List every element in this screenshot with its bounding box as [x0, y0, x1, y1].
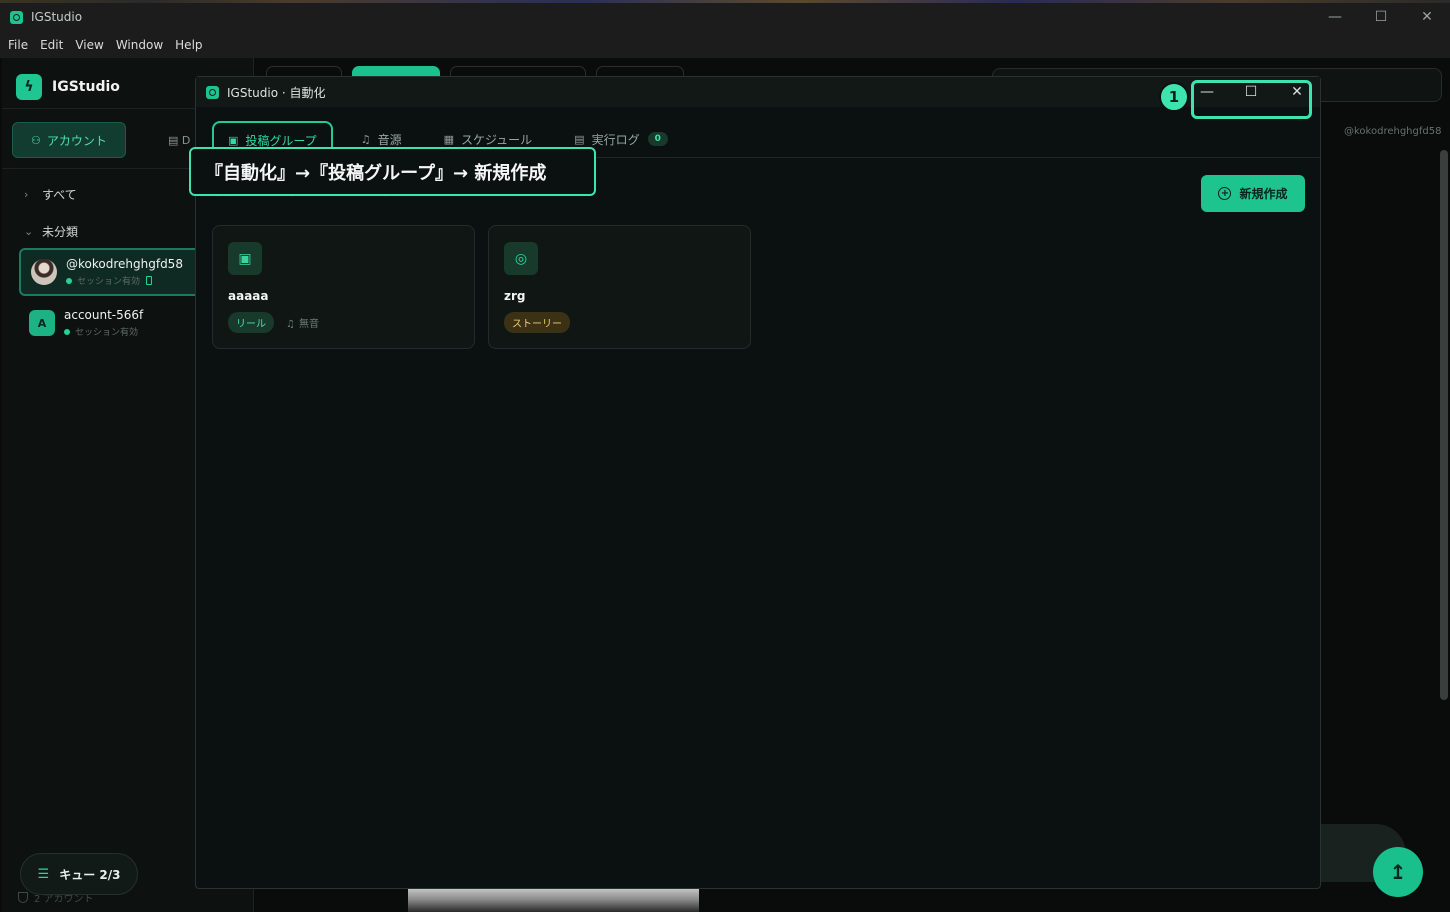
- account-status-label: セッション有効: [75, 328, 139, 338]
- avatar: A: [29, 310, 55, 336]
- music-icon: ♫: [286, 319, 295, 330]
- plus-circle-icon: +: [1218, 187, 1232, 200]
- menu-window[interactable]: Window: [116, 38, 163, 52]
- tree-item-all[interactable]: › すべて: [24, 186, 77, 203]
- tab-schedule-label: スケジュール: [460, 132, 533, 147]
- tree-item-uncategorized[interactable]: ⌄ 未分類: [24, 223, 78, 240]
- bolt-icon: ϟ: [16, 74, 42, 100]
- automation-window: IGStudio · 自動化 — ☐ ✕ 1 ▣ 投稿グループ ♫ 音源 ▦ ス…: [189, 76, 1321, 889]
- brand-name: IGStudio: [52, 79, 120, 95]
- new-group-button-label: 新規作成: [1239, 187, 1288, 201]
- menu-view[interactable]: View: [75, 38, 103, 52]
- menubar: File Edit View Window Help: [0, 31, 1450, 58]
- tab-accounts-label: アカウント: [46, 133, 107, 148]
- upload-button[interactable]: ↥: [1373, 847, 1423, 897]
- tab-run-log-label: 実行ログ: [591, 132, 640, 147]
- menu-help[interactable]: Help: [175, 38, 202, 52]
- user-icon: ⚇: [31, 133, 41, 147]
- tree-item-uncategorized-label: 未分類: [42, 225, 79, 239]
- tab-post-groups-label: 投稿グループ: [245, 133, 317, 148]
- account-item[interactable]: A account-566f セッション有効: [19, 299, 209, 347]
- list-icon: ☰: [37, 866, 50, 882]
- group-name: zrg: [504, 289, 526, 303]
- app-titlebar: IGStudio: [0, 3, 1450, 31]
- tree-item-all-label: すべて: [42, 188, 77, 202]
- app-logo-icon: [10, 10, 23, 24]
- audio-label-text: 無音: [298, 319, 319, 330]
- menu-file[interactable]: File: [8, 38, 28, 52]
- type-badge: リール: [228, 312, 274, 333]
- account-name: @kokodrehghgfd58: [66, 257, 183, 271]
- audio-label: ♫ 無音: [286, 315, 319, 330]
- log-count-badge: 0: [647, 132, 668, 146]
- background-username: @kokodrehghgfd58: [1344, 126, 1442, 137]
- group-name: aaaaa: [228, 289, 269, 303]
- upload-icon: ↥: [1389, 860, 1407, 884]
- calendar-icon: ▦: [443, 132, 454, 146]
- chevron-right-icon: ›: [24, 188, 29, 201]
- document-icon: ▤: [168, 134, 182, 147]
- step-badge: 1: [1159, 82, 1189, 112]
- group-card[interactable]: ▣ aaaaa リール ♫ 無音: [212, 225, 475, 349]
- status-dot-icon: [66, 277, 72, 284]
- minimize-button[interactable]: —: [1312, 3, 1358, 31]
- shield-icon: [18, 892, 28, 903]
- tab-audio-label: 音源: [377, 132, 402, 147]
- close-button[interactable]: ✕: [1404, 3, 1450, 31]
- status-dot-icon: [64, 328, 70, 335]
- brand: ϟ IGStudio: [16, 74, 120, 100]
- chevron-down-icon: ⌄: [24, 225, 34, 238]
- type-badge: ストーリー: [504, 312, 570, 333]
- queue-button[interactable]: ☰ キュー 2/3: [20, 853, 138, 895]
- account-status: セッション有効: [64, 325, 143, 338]
- modal-title: IGStudio · 自動化: [227, 85, 326, 100]
- annotation-highlight: [1191, 80, 1312, 119]
- scrollbar[interactable]: [1440, 150, 1448, 700]
- group-icon: ▣: [228, 133, 239, 147]
- story-icon: ◎: [504, 242, 538, 275]
- account-status-label: セッション有効: [77, 277, 141, 287]
- tab-other[interactable]: ▤ D: [168, 134, 190, 147]
- background-photo: [408, 887, 699, 912]
- account-status: セッション有効: [66, 274, 183, 287]
- tab-accounts[interactable]: ⚇ アカウント: [12, 122, 126, 158]
- new-group-button[interactable]: + 新規作成: [1201, 175, 1305, 212]
- account-item[interactable]: @kokodrehghgfd58 セッション有効: [19, 248, 209, 296]
- app-window-controls: — ☐ ✕: [1312, 3, 1450, 31]
- reel-icon: ▣: [228, 242, 262, 275]
- group-card[interactable]: ◎ zrg ストーリー: [488, 225, 751, 349]
- app-window-title: IGStudio: [31, 10, 83, 24]
- app-logo-icon: [206, 85, 219, 99]
- avatar: [31, 259, 57, 285]
- instruction-callout: 『自動化』→『投稿グループ』→ 新規作成: [189, 147, 596, 196]
- tab-other-label: D: [181, 134, 191, 147]
- log-icon: ▤: [574, 132, 585, 146]
- menu-edit[interactable]: Edit: [40, 38, 63, 52]
- account-name: account-566f: [64, 308, 144, 322]
- maximize-button[interactable]: ☐: [1358, 3, 1404, 31]
- modal-titlebar: IGStudio · 自動化: [196, 77, 1320, 107]
- queue-button-label: キュー 2/3: [59, 867, 121, 882]
- lock-icon: [146, 276, 153, 285]
- music-icon: ♫: [360, 132, 371, 146]
